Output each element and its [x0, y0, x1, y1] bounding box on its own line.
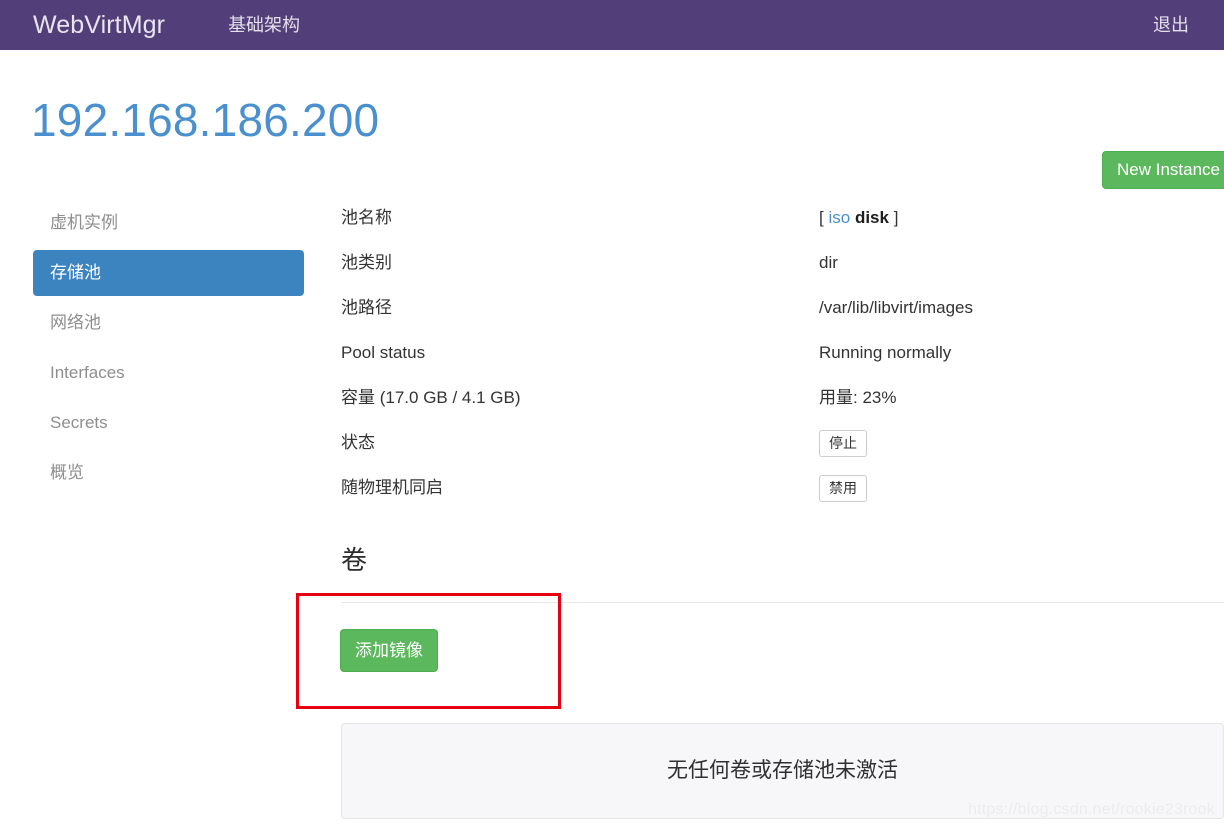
capacity-label: 容量 (17.0 GB / 4.1 GB) — [341, 388, 521, 407]
navbar-right: 退出 — [1147, 0, 1195, 50]
pool-status-label: Pool status — [341, 343, 426, 362]
pool-name-disk-text: disk — [854, 208, 889, 227]
sidebar-item-secrets[interactable]: Secrets — [33, 400, 304, 446]
volumes-divider — [341, 602, 1224, 603]
top-navbar: WebVirtMgr 基础架构 退出 — [0, 0, 1224, 50]
capacity-usage-value: 用量: 23% — [819, 388, 897, 407]
page-title: 192.168.186.200 — [31, 94, 380, 146]
pool-name-label: 池名称 — [341, 208, 392, 227]
pool-path-label: 池路径 — [341, 298, 392, 317]
sidebar-item-instances[interactable]: 虚机实例 — [33, 200, 304, 246]
sidebar-item-interfaces[interactable]: Interfaces — [33, 350, 304, 396]
pool-status-value: Running normally — [819, 343, 952, 362]
bracket-open: [ — [819, 208, 824, 227]
detail-row-capacity: 容量 (17.0 GB / 4.1 GB) 用量: 23% — [341, 383, 1224, 428]
pool-name-value: [ iso disk ] — [819, 203, 898, 229]
app-root: WebVirtMgr 基础架构 退出 192.168.186.200 New I… — [0, 0, 1224, 833]
stop-pool-button[interactable]: 停止 — [819, 430, 867, 457]
pool-detail-table: 池名称 [ iso disk ] 池类别 dir 池路径 /var/lib/li… — [341, 203, 1224, 518]
detail-row-pool-path: 池路径 /var/lib/libvirt/images — [341, 293, 1224, 338]
sidebar-nav: 虚机实例 存储池 网络池 Interfaces Secrets 概览 — [33, 200, 304, 500]
pool-type-label: 池类别 — [341, 253, 392, 272]
brand-logo[interactable]: WebVirtMgr — [33, 0, 165, 50]
bracket-close: ] — [893, 208, 899, 227]
autostart-value: 禁用 — [819, 473, 867, 502]
autostart-label: 随物理机同启 — [341, 478, 443, 497]
detail-row-pool-name: 池名称 [ iso disk ] — [341, 203, 1224, 248]
new-instance-button[interactable]: New Instance — [1102, 151, 1224, 189]
state-label: 状态 — [341, 433, 375, 452]
nav-link-infrastructure[interactable]: 基础架构 — [222, 0, 306, 50]
sidebar-item-storages[interactable]: 存储池 — [33, 250, 304, 296]
sidebar-item-networks[interactable]: 网络池 — [33, 300, 304, 346]
detail-row-pool-status: Pool status Running normally — [341, 338, 1224, 383]
pool-name-iso-link[interactable]: iso — [828, 208, 850, 227]
add-image-button[interactable]: 添加镜像 — [340, 629, 438, 672]
detail-row-pool-type: 池类别 dir — [341, 248, 1224, 293]
pool-type-value: dir — [819, 253, 838, 272]
detail-row-autostart: 随物理机同启 禁用 — [341, 473, 1224, 518]
state-value: 停止 — [819, 428, 867, 457]
logout-link[interactable]: 退出 — [1147, 15, 1195, 35]
disable-autostart-button[interactable]: 禁用 — [819, 475, 867, 502]
volumes-empty-message: 无任何卷或存储池未激活 — [667, 759, 898, 782]
sidebar-item-overview[interactable]: 概览 — [33, 450, 304, 496]
page-header: 192.168.186.200 New Instance — [0, 50, 1224, 190]
navbar-links: 基础架构 — [222, 0, 306, 50]
pool-path-value: /var/lib/libvirt/images — [819, 298, 973, 317]
detail-row-state: 状态 停止 — [341, 428, 1224, 473]
watermark-text: https://blog.csdn.net/rookie23rook — [968, 801, 1215, 818]
volumes-section-title: 卷 — [341, 545, 368, 575]
